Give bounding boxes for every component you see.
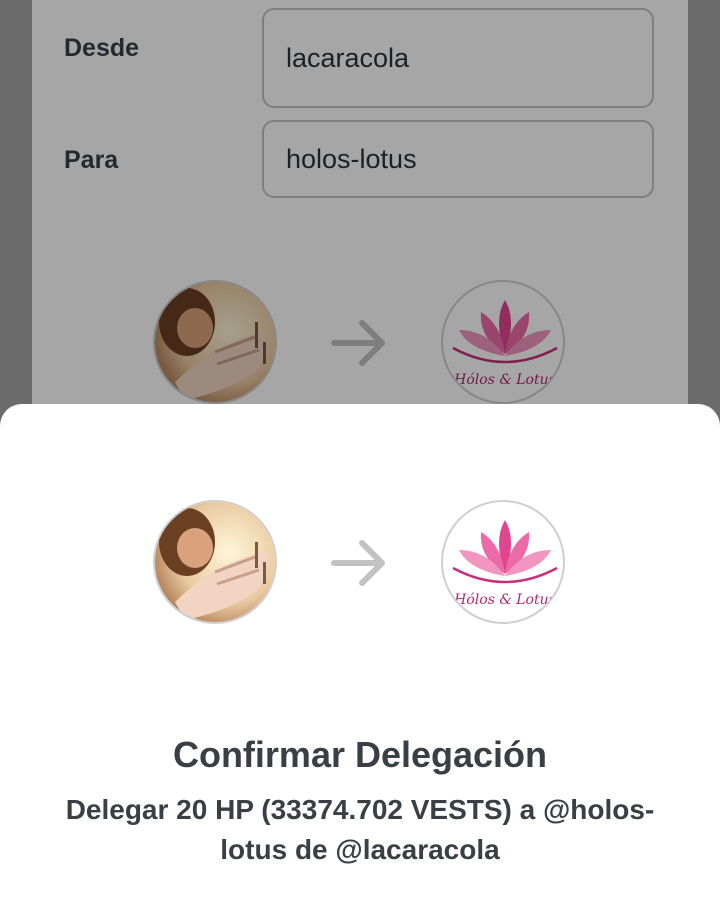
sheet-from-avatar xyxy=(153,500,277,624)
confirm-sheet: Hólos & Lotus Confirmar Delegación Deleg… xyxy=(0,404,720,918)
user-photo-avatar-icon xyxy=(155,502,275,622)
sheet-description: Delegar 20 HP (33374.702 VESTS) a @holos… xyxy=(65,794,655,865)
arrow-right-icon xyxy=(331,540,385,586)
svg-text:Hólos & Lotus: Hólos & Lotus xyxy=(453,592,556,608)
sheet-title: Confirmar Delegación xyxy=(172,734,548,775)
holos-lotus-logo-icon: Hólos & Lotus xyxy=(452,520,558,608)
sheet-to-avatar: Hólos & Lotus xyxy=(441,500,565,624)
